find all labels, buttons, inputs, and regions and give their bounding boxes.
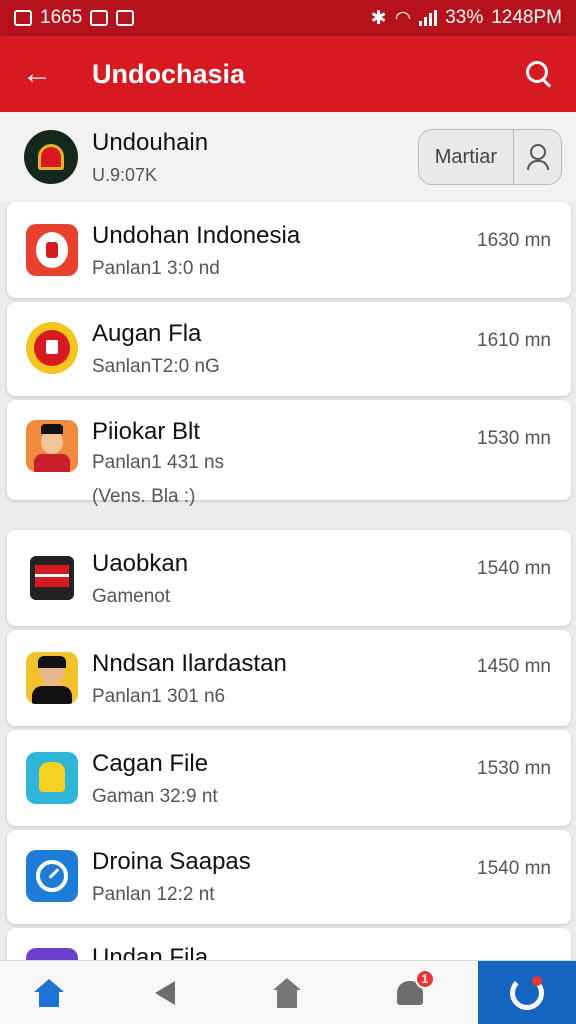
app-icon (26, 552, 78, 604)
item-sub: Panlan1 3:0 nd (92, 258, 220, 279)
list-item[interactable]: Uaobkan Gamenot 1540 mn (7, 530, 571, 626)
item-time: 1530 mn (477, 428, 551, 449)
item-time: 1610 mn (477, 330, 551, 351)
item-name: Cagan File (92, 750, 209, 777)
wifi-icon: ◠ (394, 7, 412, 29)
list-item[interactable]: Undohan Indonesia Panlan1 3:0 nd 1630 mn (7, 202, 571, 298)
item-name: Augan Fla (92, 320, 202, 347)
nav-home[interactable] (4, 961, 94, 1024)
image-icon (14, 10, 32, 26)
profile-sub: U.9:07K (92, 164, 158, 185)
app-icon (26, 322, 78, 374)
nav-notifications[interactable]: 1 (365, 961, 455, 1024)
martiar-button[interactable]: Martiar (419, 130, 513, 184)
item-sub: Gamenot (92, 586, 171, 607)
refresh-badge-dot (532, 976, 542, 986)
item-sub: Gaman 32:9 nt (92, 786, 218, 807)
item-name: Nndsan Ilardastan (92, 650, 287, 677)
notification-badge: 1 (415, 969, 435, 989)
profile-actions: Martiar (417, 129, 562, 185)
battery-level: 33% (445, 7, 484, 28)
list-item[interactable]: Droina Saapas Panlan 12:2 nt 1540 mn (7, 830, 571, 924)
nav-refresh[interactable] (478, 961, 576, 1024)
status-left-text: 1665 (40, 7, 83, 28)
nav-house[interactable] (242, 961, 332, 1024)
status-time: 1248PM (491, 7, 562, 28)
item-name: Undohan Indonesia (92, 222, 301, 249)
item-sub: Panlan1 431 ns (92, 452, 225, 473)
item-name: Uaobkan (92, 550, 189, 577)
profile-header: Undouhain U.9:07K Martiar (0, 112, 576, 202)
notification-icon (90, 10, 109, 26)
item-time: 1540 mn (477, 858, 551, 879)
bell-icon: 1 (397, 969, 435, 1005)
profile-name: Undouhain (92, 128, 209, 156)
app-icon (26, 420, 78, 472)
page-title: Undochasia (92, 58, 246, 89)
house-icon (273, 978, 301, 1008)
item-sub: Panlan 12:2 nt (92, 884, 215, 905)
message-icon (116, 10, 135, 26)
item-time: 1450 mn (477, 656, 551, 677)
list-item[interactable]: Piiokar Blt Panlan1 431 ns (Vens. Bla :)… (7, 400, 571, 507)
bluetooth-icon: ✱ (370, 7, 387, 29)
app-icon (26, 652, 78, 704)
app-icon (26, 224, 78, 276)
item-sub: SanlanT2:0 nG (92, 356, 220, 377)
item-time: 1540 mn (477, 558, 551, 579)
item-name: Piiokar Blt (92, 418, 201, 445)
list-item[interactable]: Cagan File Gaman 32:9 nt 1530 mn (7, 730, 571, 826)
item-sub-extra: (Vens. Bla :) (92, 486, 196, 507)
app-icon (26, 850, 78, 902)
app-bar: ← Undochasia (0, 36, 576, 112)
home-icon (34, 979, 64, 1007)
status-bar: 1665 ✱ ◠ 33% 1248PM (0, 0, 576, 36)
back-triangle-icon (155, 981, 175, 1005)
search-icon[interactable] (524, 59, 554, 89)
list-item[interactable]: Nndsan Ilardastan Panlan1 301 n6 1450 mn (7, 630, 571, 726)
item-time: 1530 mn (477, 758, 551, 779)
signal-icon (419, 10, 438, 26)
item-sub: Panlan1 301 n6 (92, 686, 226, 707)
nav-back[interactable] (120, 961, 210, 1024)
app-icon (26, 752, 78, 804)
item-name: Droina Saapas (92, 848, 251, 875)
item-time: 1630 mn (477, 230, 551, 251)
emblem-logo (24, 130, 78, 184)
list-item[interactable]: Augan Fla SanlanT2:0 nG 1610 mn (7, 302, 571, 396)
bottom-nav: 1 (0, 960, 576, 1024)
arrow-left-icon[interactable]: ← (22, 59, 62, 89)
user-icon[interactable] (513, 130, 561, 184)
